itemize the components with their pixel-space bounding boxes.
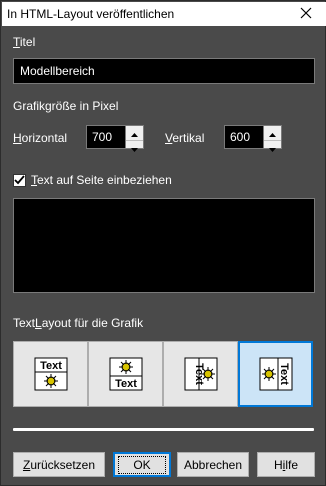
graphic-size-heading: Grafikgröße in Pixel bbox=[13, 99, 119, 113]
publish-html-dialog: In HTML-Layout veröffentlichen Titel Mod… bbox=[0, 0, 326, 486]
chevron-down-icon bbox=[269, 141, 276, 155]
checkmark-icon bbox=[14, 174, 25, 188]
horizontal-down-button[interactable] bbox=[126, 140, 143, 155]
horizontal-spinner[interactable]: 700 bbox=[86, 125, 144, 152]
title-bar: In HTML-Layout veröffentlichen bbox=[2, 2, 326, 26]
separator bbox=[13, 428, 314, 431]
titel-input-value: Modellbereich bbox=[20, 64, 95, 78]
vertical-up-button[interactable] bbox=[264, 126, 281, 140]
text-layout-label: TextLayout für die Grafik bbox=[13, 316, 144, 330]
vertical-spinner[interactable]: 600 bbox=[224, 125, 282, 152]
horizontal-up-button[interactable] bbox=[126, 126, 143, 140]
vertical-label: Vertikal bbox=[165, 131, 205, 145]
cancel-button[interactable]: Abbrechen bbox=[177, 452, 249, 477]
include-text-label[interactable]: Text auf Seite einbeziehen bbox=[31, 173, 172, 187]
layout-option-text: Text bbox=[278, 363, 290, 385]
vertical-value[interactable]: 600 bbox=[225, 126, 263, 148]
close-button[interactable] bbox=[286, 2, 326, 26]
layout-option-text-top[interactable]: Text bbox=[13, 341, 88, 407]
help-button[interactable]: Hi lfe bbox=[257, 452, 315, 477]
horizontal-value[interactable]: 700 bbox=[87, 126, 125, 148]
text-top-layout-icon: Text bbox=[34, 357, 67, 391]
vertical-down-button[interactable] bbox=[264, 140, 281, 155]
reset-button[interactable]: Zurücksetzen bbox=[13, 452, 105, 477]
chevron-down-icon bbox=[131, 141, 138, 155]
chevron-up-icon bbox=[131, 126, 138, 140]
layout-option-text-left[interactable]: Text bbox=[163, 341, 238, 407]
ok-button[interactable]: OK bbox=[113, 452, 171, 477]
page-text-area[interactable] bbox=[13, 198, 315, 293]
titel-input[interactable]: Modellbereich bbox=[13, 58, 315, 84]
text-left-layout-icon: Text bbox=[184, 357, 217, 391]
horizontal-label: Horizontal bbox=[13, 131, 68, 145]
chevron-up-icon bbox=[269, 126, 276, 140]
layout-option-text-right[interactable]: Text bbox=[238, 341, 313, 407]
close-icon bbox=[300, 7, 312, 22]
include-text-checkbox[interactable] bbox=[13, 174, 26, 187]
text-right-layout-icon: Text bbox=[259, 357, 292, 391]
window-title: In HTML-Layout veröffentlichen bbox=[7, 7, 175, 21]
text-bottom-layout-icon: Text bbox=[109, 357, 142, 391]
layout-option-text-bottom[interactable]: Text bbox=[88, 341, 163, 407]
titel-label: Titel bbox=[13, 35, 36, 49]
layout-option-text: Text bbox=[115, 378, 137, 390]
layout-option-text: Text bbox=[40, 360, 62, 372]
